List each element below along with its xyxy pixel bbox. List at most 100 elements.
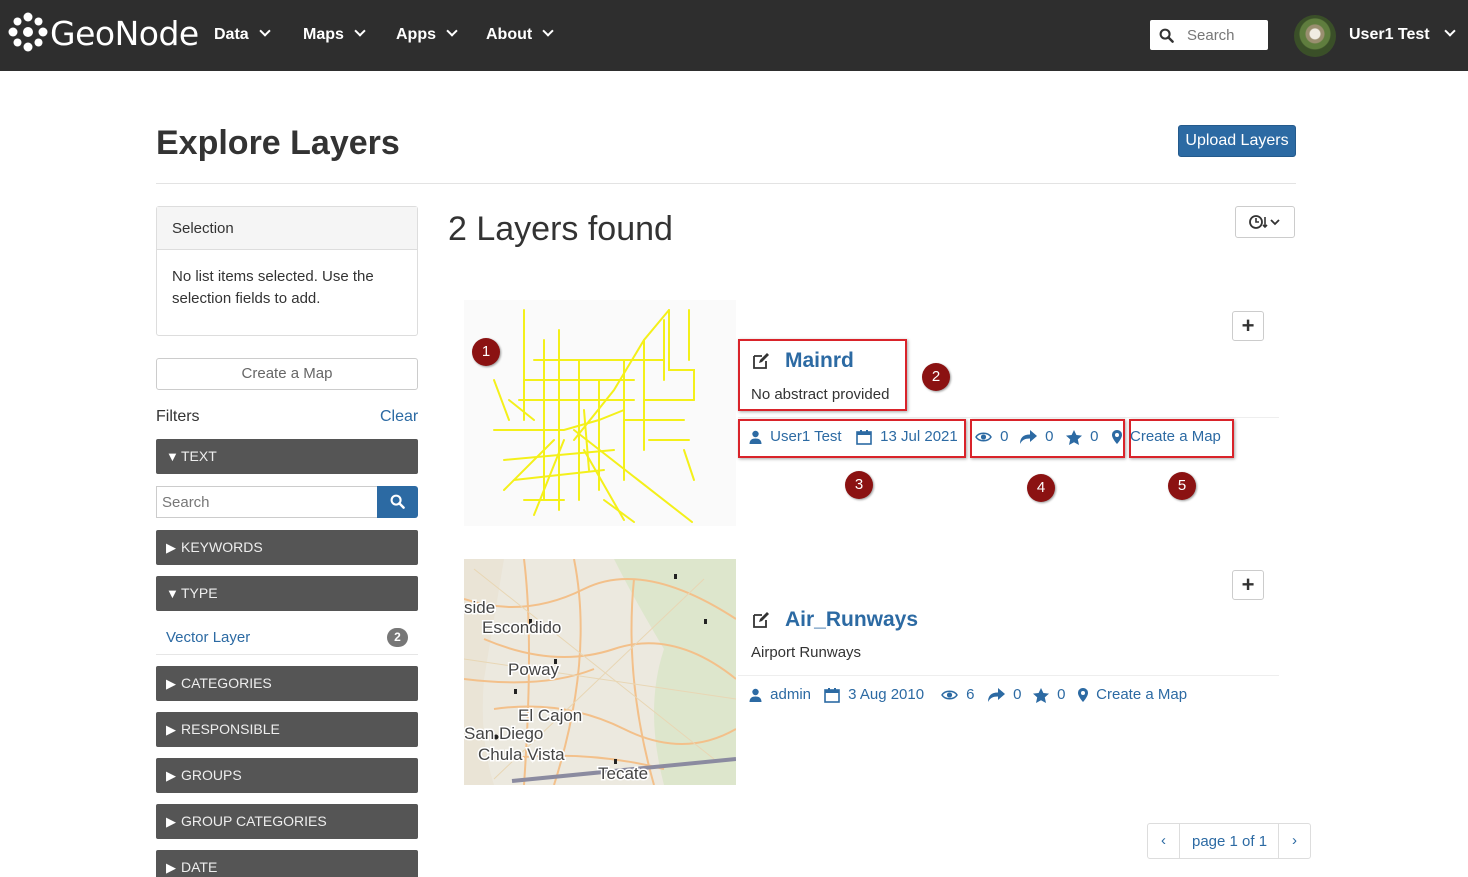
page-title: Explore Layers	[156, 124, 400, 162]
layer-thumbnail-air-runways[interactable]: side Escondido Poway El Cajon San Diego …	[464, 559, 736, 785]
user-icon	[749, 688, 762, 703]
count-badge: 2	[387, 628, 408, 647]
layer-shares: 0	[988, 686, 1022, 703]
menu-about-label: About	[486, 26, 533, 43]
add-to-selection-button[interactable]: +	[1232, 570, 1264, 600]
user-name: User1 Test	[1349, 26, 1430, 43]
map-label: Chula Vista	[478, 745, 565, 764]
layer-rating: 0	[1033, 686, 1066, 703]
map-marker-icon	[1078, 688, 1088, 703]
layer-owner-name: admin	[770, 686, 812, 703]
filter-option-vector-layer[interactable]: Vector Layer	[166, 629, 250, 646]
sort-clock-icon	[1249, 215, 1280, 229]
map-label: Escondido	[482, 618, 561, 637]
selection-panel: Selection No list items selected. Use th…	[156, 206, 418, 336]
layer-abstract: Airport Runways	[751, 644, 862, 661]
filter-date-toggle[interactable]: ▶ DATE	[156, 850, 418, 877]
layer-rating-count: 0	[1057, 686, 1066, 703]
calendar-icon	[824, 688, 840, 703]
create-map-label: Create a Map	[1096, 686, 1188, 703]
filter-search-input[interactable]: Search	[156, 486, 377, 518]
chevron-down-icon: ▼	[166, 586, 179, 601]
results-count: 2 Layers found	[448, 210, 673, 248]
user-menu[interactable]: User1 Test	[1349, 25, 1456, 44]
filters-label: Filters	[156, 408, 200, 425]
road-network-image	[493, 309, 695, 523]
layer-create-map-link[interactable]: Create a Map	[1078, 686, 1187, 703]
menu-maps[interactable]: Maps	[303, 25, 366, 44]
menu-maps-label: Maps	[303, 26, 344, 43]
map-label: El Cajon	[518, 706, 582, 725]
edit-icon[interactable]	[751, 610, 771, 630]
annotation-marker-5: 5	[1168, 472, 1196, 500]
create-map-button[interactable]: Create a Map	[156, 358, 418, 390]
add-to-selection-button[interactable]: +	[1232, 311, 1264, 341]
sort-dropdown[interactable]	[1235, 206, 1295, 238]
filter-keywords-toggle[interactable]: ▶ KEYWORDS	[156, 530, 418, 565]
chevron-right-icon: ▶	[166, 814, 176, 829]
next-page-button[interactable]: ›	[1278, 824, 1310, 858]
filter-group-categories-toggle[interactable]: ▶ GROUP CATEGORIES	[156, 804, 418, 839]
divider	[738, 417, 1279, 418]
search-icon	[1159, 28, 1174, 43]
menu-data[interactable]: Data	[214, 25, 271, 44]
layer-thumbnail-mainrd[interactable]	[464, 300, 736, 526]
map-label: San Diego	[464, 724, 543, 743]
divider	[156, 183, 1296, 184]
annotation-marker-3: 3	[845, 471, 873, 499]
basemap-image: side Escondido Poway El Cajon San Diego …	[464, 559, 736, 785]
share-icon	[988, 688, 1005, 703]
chevron-down-icon	[446, 25, 458, 37]
highlight-box	[738, 419, 966, 458]
annotation-marker-2: 2	[922, 363, 950, 391]
annotation-marker-4: 4	[1027, 474, 1055, 502]
filter-groups-toggle[interactable]: ▶ GROUPS	[156, 758, 418, 793]
chevron-down-icon	[1443, 25, 1456, 37]
search-icon	[390, 494, 405, 509]
menu-apps-label: Apps	[396, 26, 436, 43]
layer-views: 6	[941, 686, 975, 703]
geonode-logo-icon[interactable]	[8, 12, 48, 52]
filter-type-label: TYPE	[181, 585, 218, 601]
highlight-box	[1129, 419, 1234, 458]
brand-name[interactable]: GeoNode	[50, 14, 199, 53]
map-label: Poway	[508, 660, 560, 679]
selection-text: No list items selected. Use the selectio…	[172, 268, 374, 307]
eye-icon	[941, 690, 958, 700]
filter-type-toggle[interactable]: ▼ TYPE	[156, 576, 418, 611]
upload-layers-button[interactable]: Upload Layers	[1178, 125, 1296, 157]
filter-keywords-label: KEYWORDS	[181, 539, 263, 555]
prev-page-button[interactable]: ‹	[1148, 824, 1180, 858]
divider	[156, 654, 418, 655]
menu-about[interactable]: About	[486, 25, 554, 44]
avatar[interactable]	[1294, 15, 1336, 57]
header-search-placeholder: Search	[1187, 27, 1235, 44]
highlight-box	[970, 419, 1125, 458]
menu-data-label: Data	[214, 26, 249, 43]
clear-filters-link[interactable]: Clear	[380, 408, 418, 426]
filter-text-label: TEXT	[181, 448, 217, 464]
chevron-down-icon: ▼	[166, 449, 179, 464]
selection-title: Selection	[157, 207, 417, 250]
page-indicator: page 1 of 1	[1192, 833, 1268, 850]
chevron-down-icon	[542, 25, 554, 37]
layer-title-air-runways[interactable]: Air_Runways	[785, 608, 918, 632]
filter-responsible-label: RESPONSIBLE	[181, 721, 280, 737]
header-search-input[interactable]: Search	[1150, 20, 1268, 50]
chevron-right-icon: ▶	[166, 676, 176, 691]
filter-categories-toggle[interactable]: ▶ CATEGORIES	[156, 666, 418, 701]
layer-owner[interactable]: admin	[749, 686, 811, 703]
filter-text-toggle[interactable]: ▼ TEXT	[156, 439, 418, 474]
filter-responsible-toggle[interactable]: ▶ RESPONSIBLE	[156, 712, 418, 747]
layer-shares-count: 0	[1013, 686, 1022, 703]
chevron-right-icon: ▶	[166, 540, 176, 555]
layer-views-count: 6	[966, 686, 975, 703]
chevron-down-icon	[259, 25, 271, 37]
layer-date: 3 Aug 2010	[824, 686, 924, 703]
filter-groups-label: GROUPS	[181, 767, 242, 783]
divider	[738, 675, 1279, 676]
menu-apps[interactable]: Apps	[396, 25, 458, 44]
chevron-right-icon: ▶	[166, 768, 176, 783]
star-icon	[1033, 687, 1049, 703]
filter-search-button[interactable]	[377, 486, 418, 518]
